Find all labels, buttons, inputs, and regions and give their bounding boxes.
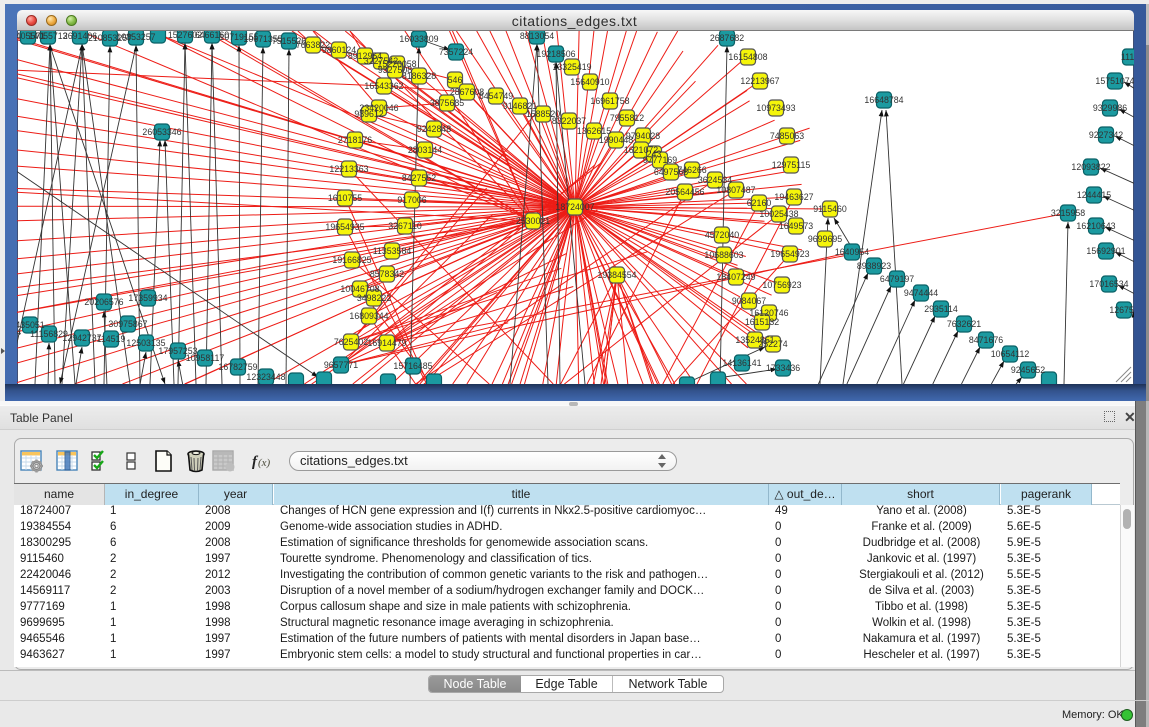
svg-text:2718176: 2718176 [338, 135, 372, 145]
svg-text:14136141: 14136141 [722, 358, 761, 368]
svg-text:17016534: 17016534 [1089, 279, 1128, 289]
svg-text:2687682: 2687682 [710, 33, 744, 43]
svg-text:7485063: 7485063 [770, 131, 804, 141]
svg-text:12975115: 12975115 [772, 160, 811, 170]
svg-text:18407249: 18407249 [716, 272, 755, 282]
svg-text:20206576: 20206576 [84, 297, 123, 307]
svg-text:16543362: 16543362 [364, 81, 403, 91]
svg-text:15751074: 15751074 [1095, 76, 1134, 86]
svg-text:8322037: 8322037 [552, 116, 586, 126]
svg-text:3498222: 3498222 [357, 293, 391, 303]
svg-text:3267110: 3267110 [388, 221, 422, 231]
svg-text:8186328: 8186328 [402, 71, 436, 81]
svg-text:14055713: 14055713 [28, 31, 67, 41]
svg-text:8427552: 8427552 [402, 173, 436, 183]
svg-text:10654112: 10654112 [991, 349, 1030, 359]
svg-text:7632621: 7632621 [947, 319, 981, 329]
svg-text:9329986: 9329986 [1093, 103, 1127, 113]
svg-text:12323448: 12323448 [246, 372, 285, 382]
svg-text:1640954: 1640954 [835, 247, 869, 257]
svg-text:10853257: 10853257 [116, 32, 155, 42]
svg-text:1244415: 1244415 [1077, 190, 1111, 200]
svg-text:10688603: 10688603 [704, 250, 743, 260]
svg-text:8938923: 8938923 [857, 261, 891, 271]
svg-text:62160: 62160 [747, 198, 772, 208]
svg-text:7625402: 7625402 [334, 337, 368, 347]
svg-text:13325419: 13325419 [552, 62, 591, 72]
svg-text:9699695: 9699695 [808, 234, 842, 244]
svg-text:3624534: 3624534 [698, 175, 732, 185]
svg-text:10973493: 10973493 [756, 103, 795, 113]
svg-text:1112: 1112 [1121, 52, 1134, 62]
svg-text:20564456: 20564456 [665, 187, 704, 197]
svg-text:546: 546 [448, 75, 463, 85]
svg-text:19218506: 19218506 [536, 49, 575, 59]
svg-text:10025438: 10025438 [759, 209, 798, 219]
svg-text:917006: 917006 [397, 195, 426, 205]
svg-text:9777169: 9777169 [643, 155, 677, 165]
svg-text:9657771: 9657771 [324, 360, 358, 370]
svg-text:26053346: 26053346 [142, 127, 181, 137]
svg-text:16033809: 16033809 [399, 34, 438, 44]
svg-text:7357224: 7357224 [439, 47, 473, 57]
svg-text:252274: 252274 [758, 339, 787, 349]
svg-text:15692901: 15692901 [1086, 246, 1125, 256]
svg-text:12093822: 12093822 [1071, 162, 1110, 172]
svg-text:19654935: 19654935 [325, 222, 364, 232]
svg-text:9474444: 9474444 [904, 288, 938, 298]
svg-text:11353584: 11353584 [373, 246, 412, 256]
svg-text:9084067: 9084067 [732, 296, 766, 306]
svg-text:(x): (x) [258, 457, 271, 469]
svg-text:4572040: 4572040 [705, 230, 739, 240]
svg-text:126753: 126753 [1109, 305, 1134, 315]
svg-text:10756923: 10756923 [762, 280, 801, 290]
svg-text:10807487: 10807487 [716, 185, 755, 195]
svg-text:8813054: 8813054 [520, 31, 554, 41]
svg-text:19463627: 19463627 [774, 192, 813, 202]
svg-text:8578342: 8578342 [370, 269, 404, 279]
svg-text:8471676: 8471676 [969, 335, 1003, 345]
svg-text:8454749: 8454749 [479, 91, 513, 101]
svg-text:9794028: 9794028 [626, 131, 660, 141]
svg-text:15640910: 15640910 [570, 77, 609, 87]
svg-text:9245652: 9245652 [1011, 365, 1045, 375]
svg-text:9242848: 9242848 [417, 124, 451, 134]
svg-text:16154808: 16154808 [728, 52, 767, 62]
svg-text:19384554: 19384554 [597, 270, 636, 280]
svg-text:18724007: 18724007 [555, 202, 594, 212]
svg-text:15716485: 15716485 [393, 361, 432, 371]
svg-text:9115460: 9115460 [813, 204, 847, 214]
svg-text:30975867: 30975867 [108, 319, 147, 329]
svg-text:1649573: 1649573 [779, 221, 813, 231]
svg-text:9227342: 9227342 [1089, 130, 1123, 140]
svg-text:114519: 114519 [97, 334, 126, 344]
svg-text:12213967: 12213967 [740, 76, 779, 86]
svg-text:3215958: 3215958 [1051, 208, 1085, 218]
svg-text:989612: 989612 [354, 109, 383, 119]
svg-text:6479197: 6479197 [880, 274, 914, 284]
svg-text:16210643: 16210643 [1076, 221, 1115, 231]
svg-text:746266: 746266 [677, 165, 706, 175]
svg-text:16961758: 16961758 [590, 96, 629, 106]
svg-text:16648784: 16648784 [864, 95, 903, 105]
svg-text:1610755: 1610755 [328, 193, 362, 203]
svg-text:16914479: 16914479 [367, 338, 406, 348]
svg-text:16809344: 16809344 [349, 311, 388, 321]
svg-text:16782759: 16782759 [218, 362, 257, 372]
svg-text:1733436: 1733436 [766, 363, 800, 373]
svg-text:2935114: 2935114 [924, 304, 958, 314]
svg-text:3875685: 3875685 [430, 98, 464, 108]
svg-text:2530021: 2530021 [516, 216, 550, 226]
svg-text:12213363: 12213363 [329, 164, 368, 174]
svg-text:19654923: 19654923 [770, 249, 809, 259]
svg-text:7955812: 7955812 [610, 113, 644, 123]
svg-text:2803144: 2803144 [408, 145, 442, 155]
svg-text:17359934: 17359934 [128, 293, 167, 303]
svg-text:1615132: 1615132 [745, 317, 779, 327]
svg-text:19166825: 19166825 [332, 255, 371, 265]
